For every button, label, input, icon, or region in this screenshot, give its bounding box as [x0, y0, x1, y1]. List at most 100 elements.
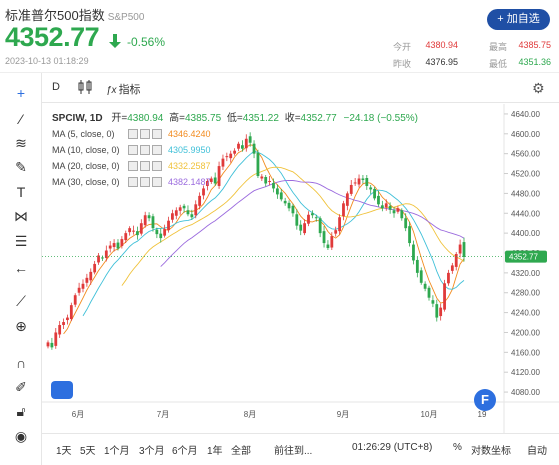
last-price: 4352.77 [5, 22, 100, 52]
back-arrow-icon[interactable]: ← [11, 258, 31, 278]
interval-button[interactable]: D [52, 81, 60, 93]
add-watchlist-button[interactable]: + 加自选 [487, 9, 550, 30]
candle-body [163, 229, 167, 236]
forecast-icon[interactable]: ☰ [11, 231, 31, 251]
y-tick-label: 4520.00 [511, 170, 540, 179]
candle-body [167, 220, 170, 231]
candle-body [380, 205, 384, 209]
ma-legend: MA (5, close, 0) 4346.4240 MA (10, close,… [52, 126, 211, 190]
candle-body [287, 202, 291, 209]
candle-body [462, 242, 466, 257]
x-tick-label: 7月 [157, 410, 169, 419]
eye-toggle-icon[interactable] [128, 145, 138, 155]
auto-toggle[interactable]: 自动 [527, 442, 547, 457]
candle-body [272, 182, 275, 189]
crosshair-icon[interactable]: + [11, 83, 31, 103]
trend-line-icon[interactable]: ⁄ [11, 109, 31, 129]
ma-name: MA (10, close, 0) [52, 145, 120, 155]
candle-body [171, 213, 174, 220]
ma-line-30 [160, 179, 465, 267]
candle-body [237, 143, 240, 149]
ruler-icon[interactable]: ⟋ [11, 291, 31, 311]
candle-body [240, 145, 244, 149]
candle-body [268, 180, 272, 182]
candle-body [435, 304, 439, 318]
candle-body [128, 228, 132, 233]
eye-icon[interactable]: ◉ [11, 426, 31, 446]
candle-body [412, 244, 415, 261]
cloud-icon[interactable] [51, 381, 73, 399]
lock-drawing-icon[interactable]: ✐ [11, 377, 31, 397]
candle-body [194, 204, 198, 216]
candle-body [159, 233, 163, 239]
candle-body [357, 178, 361, 185]
pattern-icon[interactable]: ⋈ [11, 206, 31, 226]
y-tick-label: 4160.00 [511, 348, 540, 357]
settings-mini-icon[interactable] [140, 145, 150, 155]
x-tick-label: 10月 [421, 410, 438, 419]
f-logo-icon[interactable]: F [474, 389, 496, 411]
candle-body [299, 224, 303, 231]
candle-body [155, 229, 159, 235]
range-all[interactable]: 全部 [231, 442, 251, 457]
range-1y[interactable]: 1年 [207, 442, 223, 457]
eye-toggle-icon[interactable] [128, 177, 138, 187]
range-3m[interactable]: 3个月 [139, 442, 165, 457]
eye-toggle-icon[interactable] [128, 129, 138, 139]
candle-body [310, 213, 314, 216]
remove-icon[interactable] [152, 177, 162, 187]
fib-icon[interactable]: ≋ [11, 133, 31, 153]
candle-body [443, 283, 446, 310]
zoom-in-icon[interactable]: ⊕ [11, 316, 31, 336]
candle-body [291, 205, 295, 214]
eye-toggle-icon[interactable] [128, 161, 138, 171]
y-tick-label: 4480.00 [511, 189, 540, 198]
ma-row[interactable]: MA (10, close, 0) 4305.9950 [52, 142, 211, 158]
ma-name: MA (30, close, 0) [52, 177, 120, 187]
range-5d[interactable]: 5天 [80, 442, 96, 457]
percent-toggle[interactable]: % [453, 442, 462, 453]
candle-style-icon[interactable] [78, 79, 92, 95]
range-1m[interactable]: 1个月 [104, 442, 130, 457]
lock-icon[interactable]: 🔓︎ [11, 401, 31, 421]
remove-icon[interactable] [152, 145, 162, 155]
range-6m[interactable]: 6个月 [172, 442, 198, 457]
text-icon[interactable]: T [11, 182, 31, 202]
ma-row[interactable]: MA (30, close, 0) 4382.1487 [52, 174, 211, 190]
open-label: 今开 [393, 42, 412, 52]
candle-body [244, 138, 248, 149]
candle-body [454, 253, 458, 267]
remove-icon[interactable] [152, 129, 162, 139]
candle-body [248, 136, 252, 143]
indicators-button[interactable]: ƒx 指标 [106, 81, 141, 97]
candle-body [365, 178, 369, 186]
y-tick-label: 4320.00 [511, 269, 540, 278]
chart-toolbar: D ƒx指标 ⚙ ▣ [42, 73, 559, 103]
log-toggle[interactable]: 对数坐标 [471, 442, 511, 457]
settings-icon[interactable]: ⚙ [532, 80, 545, 97]
candle-body [132, 230, 135, 232]
candle-body [458, 244, 462, 254]
candle-body [447, 272, 450, 284]
settings-mini-icon[interactable] [140, 129, 150, 139]
index-name: 标准普尔500指数 [5, 8, 105, 23]
candle-body [229, 153, 233, 159]
magnet-icon[interactable]: ∩ [11, 353, 31, 373]
candle-body [307, 214, 310, 224]
remove-icon[interactable] [152, 161, 162, 171]
settings-mini-icon[interactable] [140, 161, 150, 171]
range-1d[interactable]: 1天 [56, 442, 72, 457]
candle-body [69, 305, 73, 320]
candle-body [182, 205, 186, 209]
ohlc-legend: SPCIW, 1D 开=4380.94 高=4385.75 低=4351.22 … [52, 109, 418, 124]
ma-row[interactable]: MA (20, close, 0) 4332.2587 [52, 158, 211, 174]
candle-body [233, 150, 237, 154]
goto-button[interactable]: 前往到... [274, 442, 312, 457]
brush-icon[interactable]: ✎ [11, 157, 31, 177]
candle-body [58, 325, 62, 335]
candle-body [431, 300, 435, 304]
ma-row[interactable]: MA (5, close, 0) 4346.4240 [52, 126, 211, 142]
y-tick-label: 4640.00 [511, 110, 540, 119]
settings-mini-icon[interactable] [140, 177, 150, 187]
candle-body [81, 283, 85, 289]
